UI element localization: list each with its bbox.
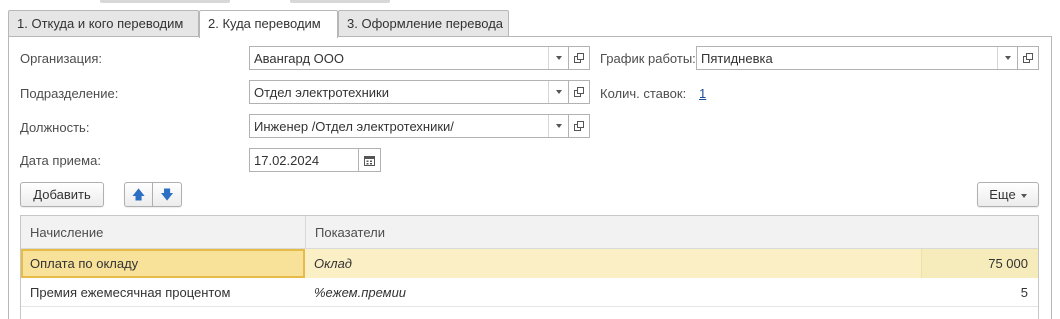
move-up-button[interactable]: 🡅 xyxy=(124,182,153,207)
position-field[interactable]: Инженер /Отдел электротехники/ xyxy=(249,114,590,138)
value-cell[interactable]: 5 xyxy=(921,278,1038,307)
chevron-down-icon xyxy=(555,56,562,60)
indicator-cell[interactable]: Оклад xyxy=(305,249,921,278)
column-header-indicators[interactable]: Показатели xyxy=(305,216,1038,248)
rates-link[interactable]: 1 xyxy=(699,86,706,101)
rates-label: Колич. ставок: xyxy=(600,86,687,101)
table-header: Начисление Показатели xyxy=(21,216,1038,249)
schedule-dropdown-button[interactable] xyxy=(997,47,1017,69)
more-label: Еще xyxy=(989,187,1016,202)
accrual-cell[interactable]: Премия ежемесячная процентом xyxy=(21,278,305,307)
chevron-down-icon xyxy=(1020,193,1027,198)
chevron-down-icon xyxy=(1004,56,1011,60)
open-icon xyxy=(573,120,585,132)
department-label: Подразделение: xyxy=(20,86,119,101)
calendar-button[interactable] xyxy=(358,149,380,171)
organization-open-button[interactable] xyxy=(568,47,589,69)
position-label: Должность: xyxy=(20,120,90,135)
position-dropdown-button[interactable] xyxy=(548,115,568,137)
organization-field[interactable]: Авангард ООО xyxy=(249,46,590,70)
arrow-down-icon: 🡇 xyxy=(160,187,174,202)
schedule-field[interactable]: Пятидневка xyxy=(696,46,1039,70)
department-dropdown-button[interactable] xyxy=(548,81,568,103)
department-value[interactable]: Отдел электротехники xyxy=(250,81,548,103)
open-icon xyxy=(1022,52,1034,64)
indicator-cell[interactable]: %ежем.премии xyxy=(305,278,921,307)
chevron-down-icon xyxy=(555,90,562,94)
value-cell[interactable]: 75 000 xyxy=(921,249,1038,278)
hire-date-label: Дата приема: xyxy=(20,153,101,168)
top-strip xyxy=(0,0,1060,10)
tab-destination[interactable]: 2. Куда переводим xyxy=(199,10,338,38)
column-header-accrual[interactable]: Начисление xyxy=(21,216,305,248)
hire-date-field[interactable]: 17.02.2024 xyxy=(249,148,381,172)
table-row[interactable]: Премия ежемесячная процентом %ежем.преми… xyxy=(21,278,1038,307)
arrow-up-icon: 🡅 xyxy=(131,187,146,202)
open-icon xyxy=(573,52,585,64)
organization-label: Организация: xyxy=(20,51,103,66)
schedule-value[interactable]: Пятидневка xyxy=(697,47,997,69)
organization-dropdown-button[interactable] xyxy=(548,47,568,69)
position-open-button[interactable] xyxy=(568,115,589,137)
top-strip-fragment xyxy=(100,0,230,3)
table-row[interactable]: Оплата по окладу Оклад 75 000 xyxy=(21,249,1038,278)
schedule-open-button[interactable] xyxy=(1017,47,1038,69)
calendar-icon xyxy=(364,155,375,166)
open-icon xyxy=(573,86,585,98)
position-value[interactable]: Инженер /Отдел электротехники/ xyxy=(250,115,548,137)
department-open-button[interactable] xyxy=(568,81,589,103)
organization-value[interactable]: Авангард ООО xyxy=(250,47,548,69)
tab-registration[interactable]: 3. Оформление перевода xyxy=(338,10,509,37)
add-button[interactable]: Добавить xyxy=(20,182,104,207)
hire-date-value[interactable]: 17.02.2024 xyxy=(250,149,358,171)
department-field[interactable]: Отдел электротехники xyxy=(249,80,590,104)
chevron-down-icon xyxy=(555,124,562,128)
top-strip-fragment xyxy=(290,0,390,3)
more-button[interactable]: Еще xyxy=(977,182,1039,207)
schedule-label: График работы: xyxy=(600,51,696,66)
accruals-table[interactable]: Начисление Показатели Оплата по окладу О… xyxy=(20,215,1039,319)
tab-source[interactable]: 1. Откуда и кого переводим xyxy=(8,10,199,37)
accrual-cell[interactable]: Оплата по окладу xyxy=(21,249,305,278)
move-down-button[interactable]: 🡇 xyxy=(153,182,182,207)
